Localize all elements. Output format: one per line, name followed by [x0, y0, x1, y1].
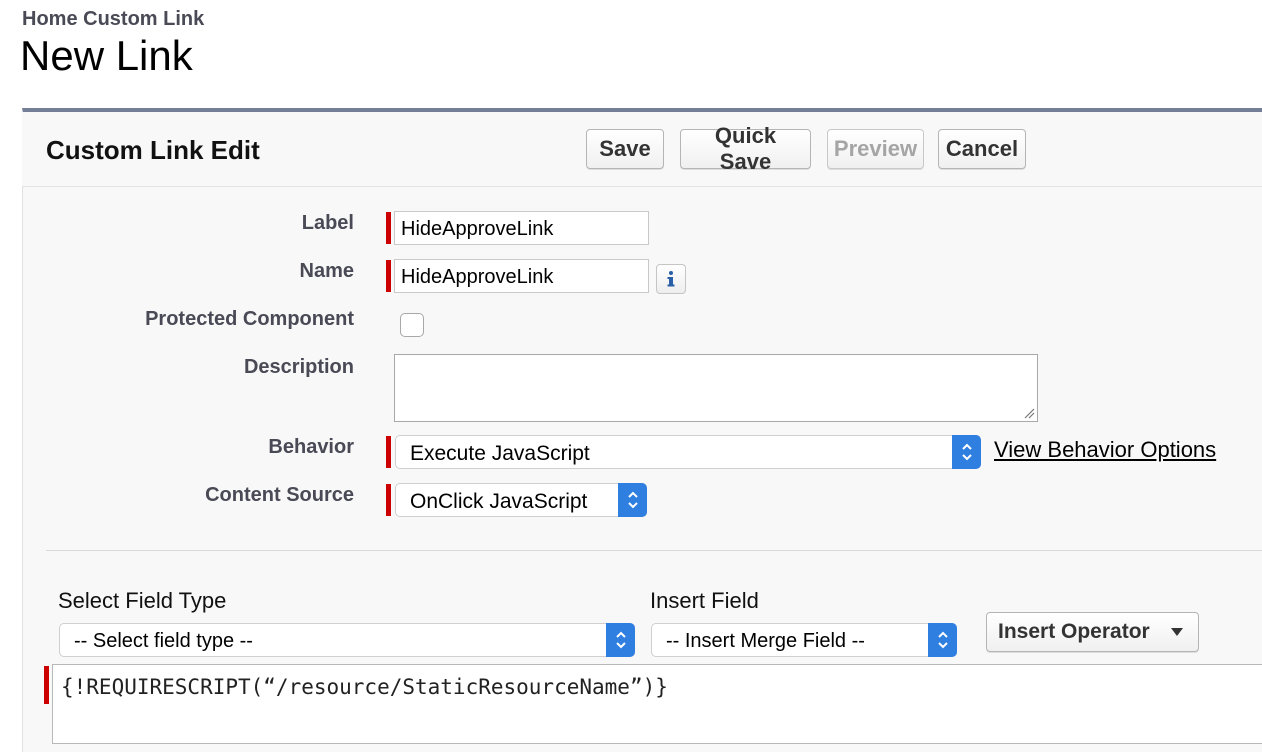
updown-chevron-icon — [952, 435, 981, 469]
updown-chevron-icon — [928, 623, 957, 657]
behavior-select-value: Execute JavaScript — [410, 442, 590, 465]
updown-chevron-icon — [618, 483, 647, 517]
description-textarea[interactable] — [394, 354, 1038, 422]
quick-save-button[interactable]: Quick Save — [680, 123, 811, 174]
name-field-label: Name — [299, 260, 354, 282]
insert-operator-button[interactable]: Insert Operator — [986, 612, 1199, 652]
insert-merge-field-select-value: -- Insert Merge Field -- — [666, 630, 865, 652]
required-indicator — [44, 666, 49, 704]
preview-button[interactable]: Preview — [827, 129, 924, 169]
name-input[interactable]: HideApproveLink — [394, 259, 649, 293]
required-indicator — [386, 260, 391, 292]
content-source-select-value: OnClick JavaScript — [410, 490, 588, 513]
section-divider — [46, 550, 1262, 551]
panel-title: Custom Link Edit — [46, 135, 260, 165]
label-input[interactable]: HideApproveLink — [394, 211, 649, 245]
page-title: New Link — [20, 32, 193, 79]
required-indicator — [386, 484, 391, 516]
content-source-select[interactable]: OnClick JavaScript — [395, 483, 647, 517]
required-indicator — [386, 436, 391, 468]
select-field-type-label: Select Field Type — [58, 588, 227, 613]
updown-chevron-icon — [606, 623, 635, 657]
field-type-select-value: -- Select field type -- — [74, 630, 253, 652]
behavior-label: Behavior — [268, 436, 354, 458]
protected-component-label: Protected Component — [145, 308, 354, 330]
formula-editor[interactable]: {!REQUIRESCRIPT(“/resource/StaticResourc… — [52, 664, 1262, 744]
insert-operator-label: Insert Operator — [998, 620, 1150, 643]
resize-grip-icon[interactable] — [1023, 407, 1035, 419]
protected-component-checkbox[interactable] — [400, 313, 424, 337]
view-behavior-options-link[interactable]: View Behavior Options — [994, 437, 1216, 463]
name-help-button[interactable] — [656, 264, 686, 294]
field-type-select[interactable]: -- Select field type -- — [59, 623, 635, 657]
insert-field-label: Insert Field — [650, 588, 759, 613]
cancel-button[interactable]: Cancel — [938, 129, 1026, 169]
label-field-label: Label — [301, 212, 354, 234]
behavior-select[interactable]: Execute JavaScript — [395, 435, 981, 469]
breadcrumb: Home Custom Link — [22, 8, 205, 30]
required-indicator — [386, 212, 391, 244]
info-icon — [667, 271, 675, 287]
caret-down-icon — [1171, 628, 1183, 636]
insert-merge-field-select[interactable]: -- Insert Merge Field -- — [651, 623, 957, 657]
description-label: Description — [243, 356, 354, 378]
content-source-label: Content Source — [205, 484, 354, 506]
save-button[interactable]: Save — [586, 129, 664, 169]
